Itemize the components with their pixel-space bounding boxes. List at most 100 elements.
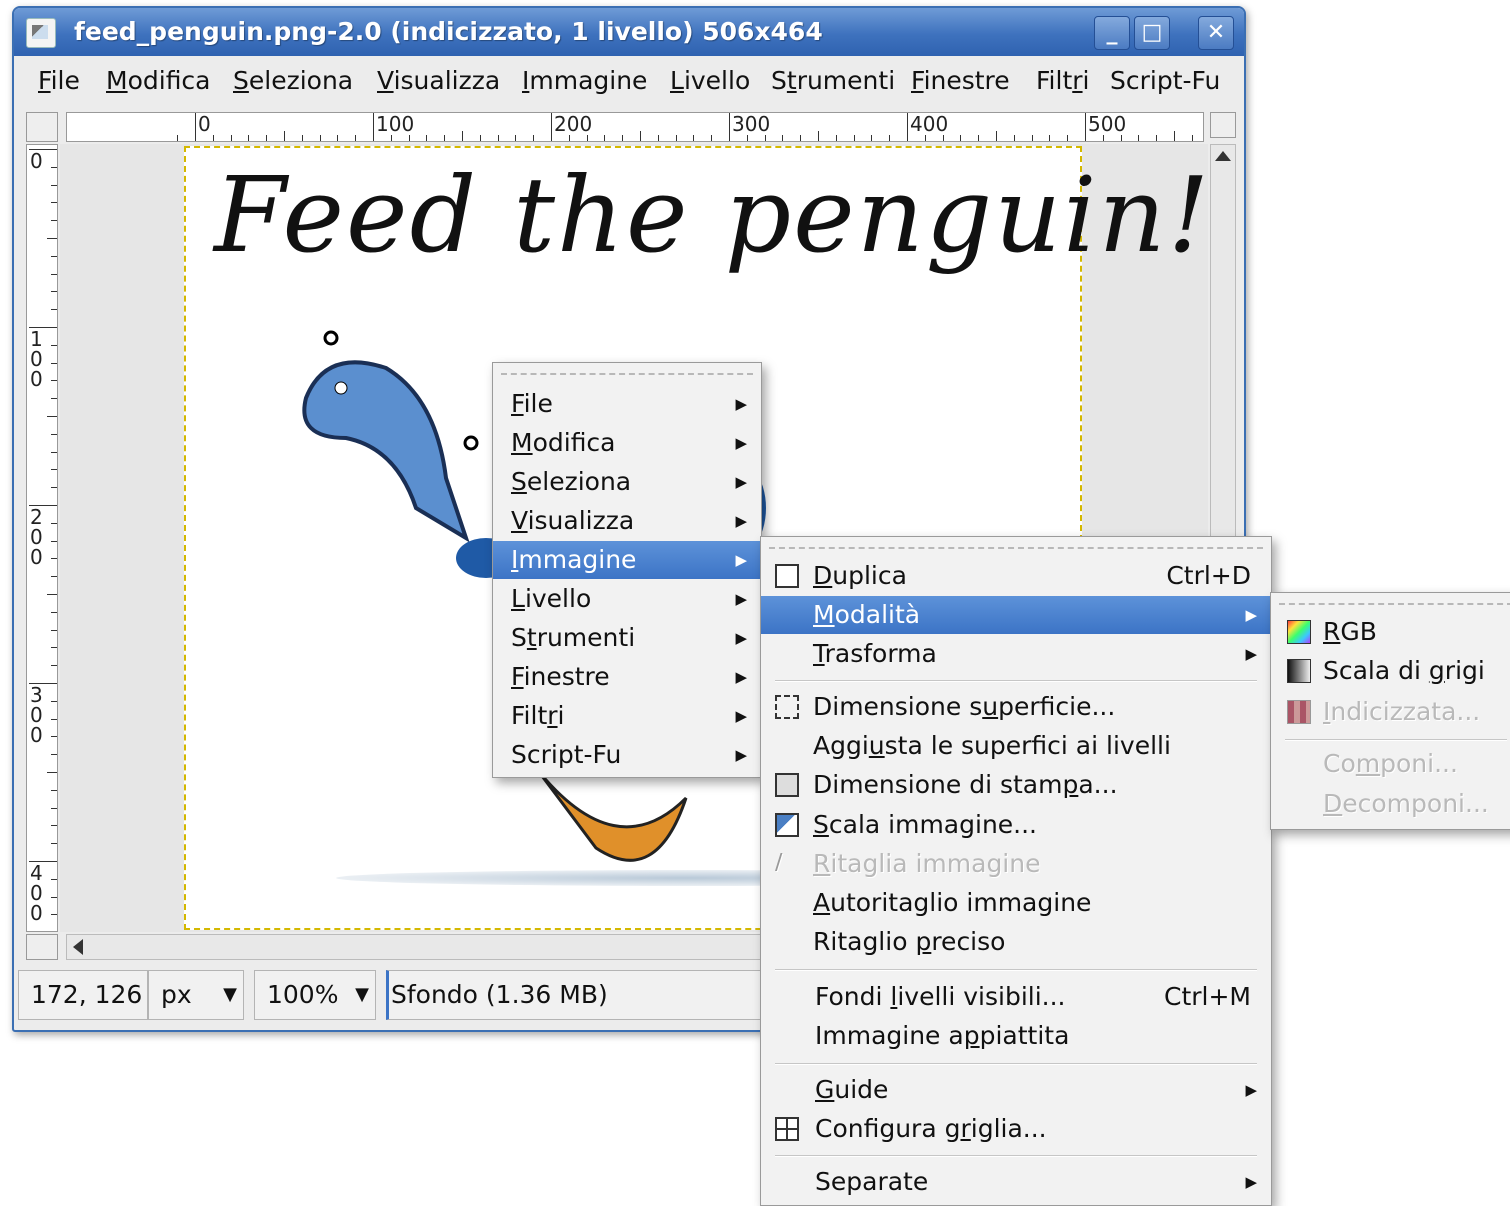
menu-item-livello[interactable]: Livello ▶ xyxy=(493,580,761,618)
ruler-tick xyxy=(1013,135,1015,141)
ruler-label: 0 xyxy=(30,149,43,173)
unit-select[interactable]: px ▼ xyxy=(148,970,244,1020)
menu-item-ritaglia-immagine[interactable]: ∕ Ritaglia immagine xyxy=(761,845,1271,883)
image-context-menu: File ▶ Modifica ▶ Seleziona ▶ Visualizza ▶ I… xyxy=(492,362,762,778)
grid-icon xyxy=(775,1117,799,1141)
grayscale-mode-icon xyxy=(1287,659,1311,683)
close-button[interactable]: ✕ xyxy=(1198,16,1234,50)
ruler-tick xyxy=(51,576,57,578)
submenu-arrow-icon: ▶ xyxy=(1245,1173,1257,1191)
navigation-button[interactable] xyxy=(26,112,58,142)
ruler-label: 2 xyxy=(30,505,43,529)
menu-item-indicizzata[interactable]: Indicizzata... xyxy=(1271,693,1510,731)
ruler-tick xyxy=(1174,131,1175,141)
menu-item-scala-immagine[interactable]: Scala immagine... xyxy=(761,806,1271,844)
ruler-label: 400 xyxy=(910,112,949,136)
menu-item-ritaglio-preciso[interactable]: Ritaglio preciso xyxy=(761,923,1271,961)
menu-item-dimensione-stampa[interactable]: Dimensione di stampa... xyxy=(761,766,1271,804)
pointer-coordinates: 172, 126 xyxy=(18,970,148,1020)
unit-dropdown-icon[interactable]: ▼ xyxy=(223,971,237,1019)
menu-item-guide[interactable]: Guide ▶ xyxy=(761,1071,1271,1109)
menu-item-filtri[interactable]: Filtri ▶ xyxy=(493,697,761,735)
ruler-label: 300 xyxy=(732,112,771,136)
ruler-label: 3 xyxy=(30,683,43,707)
menubar-finestre[interactable]: Finestre xyxy=(911,66,1010,95)
ruler-tick xyxy=(604,135,606,141)
menu-item-strumenti[interactable]: Strumenti ▶ xyxy=(493,619,761,657)
ruler-tick xyxy=(960,135,962,141)
ruler-tick xyxy=(51,540,57,542)
submenu-arrow-icon: ▶ xyxy=(735,590,747,608)
window-title: feed_penguin.png-2.0 (indicizzato, 1 liv… xyxy=(74,17,823,46)
ruler-tick xyxy=(51,398,57,400)
ruler-tick xyxy=(284,131,285,141)
submenu-arrow-icon: ▶ xyxy=(735,707,747,725)
scroll-up-arrow-icon[interactable] xyxy=(1215,151,1231,161)
tearoff-line[interactable] xyxy=(501,373,753,375)
menubar-script-fu[interactable]: Script-Fu xyxy=(1110,66,1220,95)
ruler-tick xyxy=(51,362,57,364)
ruler-tick xyxy=(51,273,57,275)
menu-item-finestre[interactable]: Finestre ▶ xyxy=(493,658,761,696)
menu-item-scala-di-grigi[interactable]: Scala di grigi xyxy=(1271,652,1510,690)
menu-item-autoritaglio[interactable]: Autoritaglio immagine xyxy=(761,884,1271,922)
menu-item-componi[interactable]: Componi... xyxy=(1271,745,1510,783)
tearoff-line[interactable] xyxy=(769,547,1263,549)
menu-item-trasforma[interactable]: Trasforma ▶ xyxy=(761,635,1271,673)
maximize-button[interactable]: □ xyxy=(1134,16,1170,50)
ruler-tick xyxy=(497,135,499,141)
title-bar[interactable]: feed_penguin.png-2.0 (indicizzato, 1 liv… xyxy=(14,8,1244,56)
quick-mask-toggle[interactable] xyxy=(26,934,58,960)
menubar-visualizza[interactable]: Visualizza xyxy=(377,66,500,95)
ruler-tick xyxy=(230,135,232,141)
ruler-tick xyxy=(426,135,428,141)
ruler-tick xyxy=(479,135,481,141)
menubar-modifica[interactable]: Modifica xyxy=(106,66,211,95)
menubar-strumenti[interactable]: Strumenti xyxy=(771,66,895,95)
menu-item-immagine[interactable]: Immagine ▶ xyxy=(493,541,761,579)
menubar-livello[interactable]: Livello xyxy=(670,66,750,95)
ruler-tick xyxy=(1031,135,1033,141)
unit-value: px xyxy=(161,980,192,1009)
ruler-tick xyxy=(818,131,819,141)
shortcut-label: Ctrl+M xyxy=(1164,982,1251,1011)
zoom-toggle-icon[interactable] xyxy=(1210,112,1236,138)
menu-item-rgb[interactable]: RGB xyxy=(1271,613,1510,651)
ruler-label: 0 xyxy=(30,723,43,747)
scroll-left-arrow-icon[interactable] xyxy=(73,939,83,955)
menu-item-immagine-appiattita[interactable]: Immagine appiattita xyxy=(761,1017,1271,1055)
ruler-label: 0 xyxy=(30,901,43,925)
zoom-select[interactable]: 100% ▼ xyxy=(254,970,376,1020)
zoom-value: 100% xyxy=(267,980,339,1009)
tearoff-line[interactable] xyxy=(1279,603,1510,605)
ruler-tick xyxy=(51,629,57,631)
menu-item-modifica[interactable]: Modifica ▶ xyxy=(493,424,761,462)
menubar-immagine[interactable]: Immagine xyxy=(522,66,647,95)
menu-item-dimensione-superficie[interactable]: Dimensione superficie... xyxy=(761,688,1271,726)
minimize-button[interactable]: _ xyxy=(1094,16,1130,50)
submenu-arrow-icon: ▶ xyxy=(1245,645,1257,663)
menu-item-aggiusta-superfici[interactable]: Aggiusta le superfici ai livelli xyxy=(761,727,1271,765)
menu-item-configura-griglia[interactable]: Configura griglia... xyxy=(761,1110,1271,1148)
ruler-tick xyxy=(51,914,57,916)
vertical-ruler: 0100200300400 xyxy=(26,144,58,932)
menubar-filtri[interactable]: Filtri xyxy=(1036,66,1090,95)
menu-item-visualizza[interactable]: Visualizza ▶ xyxy=(493,502,761,540)
ruler-tick xyxy=(657,135,659,141)
zoom-dropdown-icon[interactable]: ▼ xyxy=(355,971,369,1019)
menu-item-duplica[interactable]: Duplica Ctrl+D xyxy=(761,557,1271,595)
submenu-arrow-icon: ▶ xyxy=(1245,606,1257,624)
menu-item-script-fu[interactable]: Script-Fu ▶ xyxy=(493,736,761,774)
ruler-tick xyxy=(51,451,57,453)
menu-item-modalita[interactable]: Modalità ▶ xyxy=(761,596,1271,634)
ruler-tick xyxy=(51,647,57,649)
menu-item-separate[interactable]: Separate ▶ xyxy=(761,1163,1271,1201)
rgb-mode-icon xyxy=(1287,620,1311,644)
menubar-seleziona[interactable]: Seleziona xyxy=(233,66,353,95)
menu-item-file[interactable]: File ▶ xyxy=(493,385,761,423)
ruler-tick xyxy=(51,202,57,204)
menu-item-seleziona[interactable]: Seleziona ▶ xyxy=(493,463,761,501)
menubar-file[interactable]: File xyxy=(38,66,80,95)
menu-item-fondi-livelli[interactable]: Fondi livelli visibili... Ctrl+M xyxy=(761,978,1271,1016)
menu-item-decomponi[interactable]: Decomponi... xyxy=(1271,785,1510,823)
